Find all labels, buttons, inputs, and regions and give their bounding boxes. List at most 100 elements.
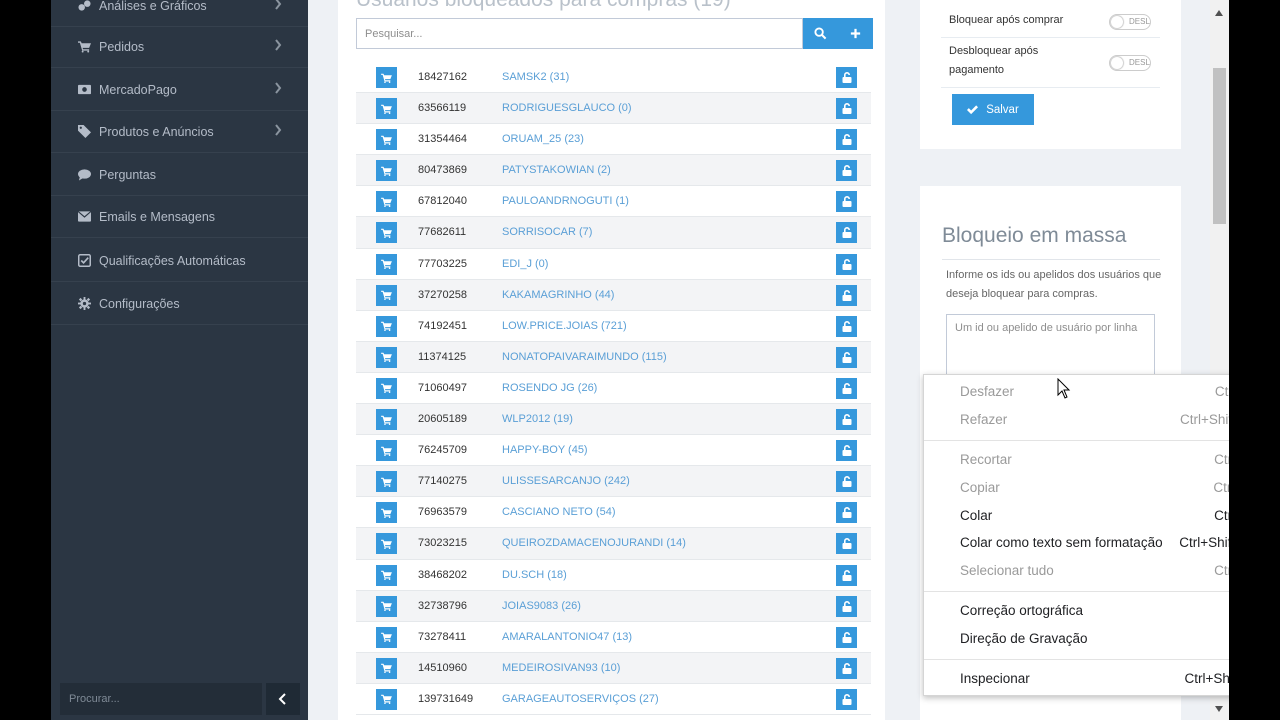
context-menu-item[interactable]: Direção de Gravação	[924, 626, 1229, 654]
context-menu-item[interactable]: Desfazer Ctrl+Z	[924, 379, 1229, 407]
user-nickname-link[interactable]: ULISSESARCANJO (242)	[502, 475, 630, 487]
cart-icon	[381, 353, 392, 363]
user-nickname-link[interactable]: JOIAS9083 (26)	[502, 600, 581, 612]
cart-button[interactable]	[376, 688, 397, 710]
sidebar-collapse-button[interactable]	[266, 683, 300, 715]
user-nickname-link[interactable]: DU.SCH (18)	[502, 569, 567, 581]
user-nickname-link[interactable]: PAULOANDRNOGUTI (1)	[502, 195, 629, 207]
context-menu-item[interactable]: Colar Ctrl+V	[924, 503, 1229, 531]
user-nickname-link[interactable]: ORUAM_25 (23)	[502, 133, 584, 145]
block-after-buy-toggle[interactable]: DESL	[1109, 14, 1151, 30]
unlock-button[interactable]	[836, 222, 857, 244]
cart-button[interactable]	[376, 284, 397, 306]
scroll-up-arrow-icon[interactable]	[1214, 9, 1224, 17]
context-menu-item[interactable]: Correção ortográfica	[924, 598, 1229, 626]
user-nickname-link[interactable]: WLP2012 (19)	[502, 413, 573, 425]
sidebar-item[interactable]: Configurações	[51, 283, 308, 325]
cart-button[interactable]	[376, 471, 397, 493]
user-nickname-link[interactable]: CASCIANO NETO (54)	[502, 506, 616, 518]
chart-icon	[76, 0, 92, 12]
cart-button[interactable]	[376, 595, 397, 617]
unlock-button[interactable]	[836, 284, 857, 306]
user-nickname-link[interactable]: AMARALANTONIO47 (13)	[502, 631, 632, 643]
table-row: 80473869 PATYSTAKOWIAN (2)	[356, 155, 871, 187]
unlock-button[interactable]	[836, 533, 857, 555]
cart-button[interactable]	[376, 502, 397, 524]
context-menu-item[interactable]: Inspecionar Ctrl+Shift+I	[924, 666, 1229, 694]
user-nickname-link[interactable]: KAKAMAGRINHO (44)	[502, 289, 614, 301]
cart-button[interactable]	[376, 409, 397, 431]
sidebar-item[interactable]: Emails e Mensagens	[51, 196, 308, 238]
cart-button[interactable]	[376, 315, 397, 337]
user-nickname-link[interactable]: LOW.PRICE.JOIAS (721)	[502, 320, 627, 332]
table-row: 73278411 AMARALANTONIO47 (13)	[356, 622, 871, 653]
unlock-button[interactable]	[836, 626, 857, 648]
cart-button[interactable]	[376, 657, 397, 679]
unblock-after-payment-toggle[interactable]: DESL	[1109, 55, 1151, 71]
unlock-button[interactable]	[836, 688, 857, 710]
tags-icon	[76, 125, 92, 138]
user-nickname-link[interactable]: SAMSK2 (31)	[502, 71, 569, 83]
user-nickname-link[interactable]: SORRISOCAR (7)	[502, 226, 592, 238]
scroll-down-arrow-icon[interactable]	[1214, 705, 1224, 713]
unlock-button[interactable]	[836, 502, 857, 524]
sidebar-search-input[interactable]	[60, 683, 262, 715]
unlock-button[interactable]	[836, 346, 857, 368]
sidebar-item[interactable]: Perguntas	[51, 154, 308, 196]
unlock-button[interactable]	[836, 98, 857, 120]
cart-button[interactable]	[376, 533, 397, 555]
unlock-button[interactable]	[836, 160, 857, 182]
cart-button[interactable]	[376, 626, 397, 648]
unlock-button[interactable]	[836, 129, 857, 151]
context-menu-item[interactable]: Copiar Ctrl+C	[924, 475, 1229, 503]
sidebar-item[interactable]: Produtos e Anúncios	[51, 111, 308, 153]
unlock-button[interactable]	[836, 657, 857, 679]
user-nickname-link[interactable]: NONATOPAIVARAIMUNDO (115)	[502, 351, 667, 363]
unlock-button[interactable]	[836, 440, 857, 462]
add-button[interactable]	[838, 18, 873, 49]
user-nickname-link[interactable]: EDI_J (0)	[502, 258, 548, 270]
cart-button[interactable]	[376, 160, 397, 182]
mass-block-textarea[interactable]	[946, 314, 1155, 376]
context-menu-item[interactable]: Refazer Ctrl+Shift+Z	[924, 407, 1229, 435]
cart-button[interactable]	[376, 98, 397, 120]
user-nickname-link[interactable]: ROSENDO JG (26)	[502, 382, 597, 394]
unlock-button[interactable]	[836, 471, 857, 493]
sidebar-item[interactable]: Análises e Gráficos	[51, 0, 308, 27]
context-menu-item[interactable]: Recortar Ctrl+X	[924, 447, 1229, 475]
user-nickname-link[interactable]: PATYSTAKOWIAN (2)	[502, 164, 611, 176]
cart-button[interactable]	[376, 377, 397, 399]
search-input[interactable]	[356, 18, 803, 49]
cart-button[interactable]	[376, 253, 397, 275]
search-button[interactable]	[803, 18, 838, 49]
unlock-button[interactable]	[836, 377, 857, 399]
cart-button[interactable]	[376, 191, 397, 213]
user-nickname-link[interactable]: GARAGEAUTOSERVIÇOS (27)	[502, 693, 659, 705]
unlock-button[interactable]	[836, 409, 857, 431]
unlock-button[interactable]	[836, 315, 857, 337]
unlock-button[interactable]	[836, 191, 857, 213]
context-menu-item[interactable]: Selecionar tudo Ctrl+A	[924, 558, 1229, 586]
save-button[interactable]: Salvar	[952, 94, 1034, 125]
user-nickname-link[interactable]: RODRIGUESGLAUCO (0)	[502, 102, 632, 114]
cart-button[interactable]	[376, 222, 397, 244]
unlock-button[interactable]	[836, 253, 857, 275]
cart-button[interactable]	[376, 564, 397, 586]
table-row: 77682611 SORRISOCAR (7)	[356, 217, 871, 249]
sidebar-item[interactable]: Qualificações Automáticas	[51, 240, 308, 282]
scrollbar-thumb[interactable]	[1213, 68, 1226, 224]
cart-button[interactable]	[376, 67, 397, 88]
user-nickname-link[interactable]: QUEIROZDAMACENOJURANDI (14)	[502, 537, 686, 549]
sidebar-item-label: Análises e Gráficos	[99, 0, 207, 13]
context-menu-item[interactable]: Colar como texto sem formatação Ctrl+Shif…	[924, 530, 1229, 558]
user-nickname-link[interactable]: MEDEIROSIVAN93 (10)	[502, 662, 620, 674]
unlock-button[interactable]	[836, 564, 857, 586]
user-nickname-link[interactable]: HAPPY-BOY (45)	[502, 444, 588, 456]
cart-button[interactable]	[376, 129, 397, 151]
unlock-button[interactable]	[836, 67, 857, 88]
cart-button[interactable]	[376, 346, 397, 368]
unlock-button[interactable]	[836, 595, 857, 617]
sidebar-item[interactable]: Pedidos	[51, 26, 308, 68]
sidebar-item[interactable]: MercadoPago	[51, 69, 308, 111]
cart-button[interactable]	[376, 440, 397, 462]
